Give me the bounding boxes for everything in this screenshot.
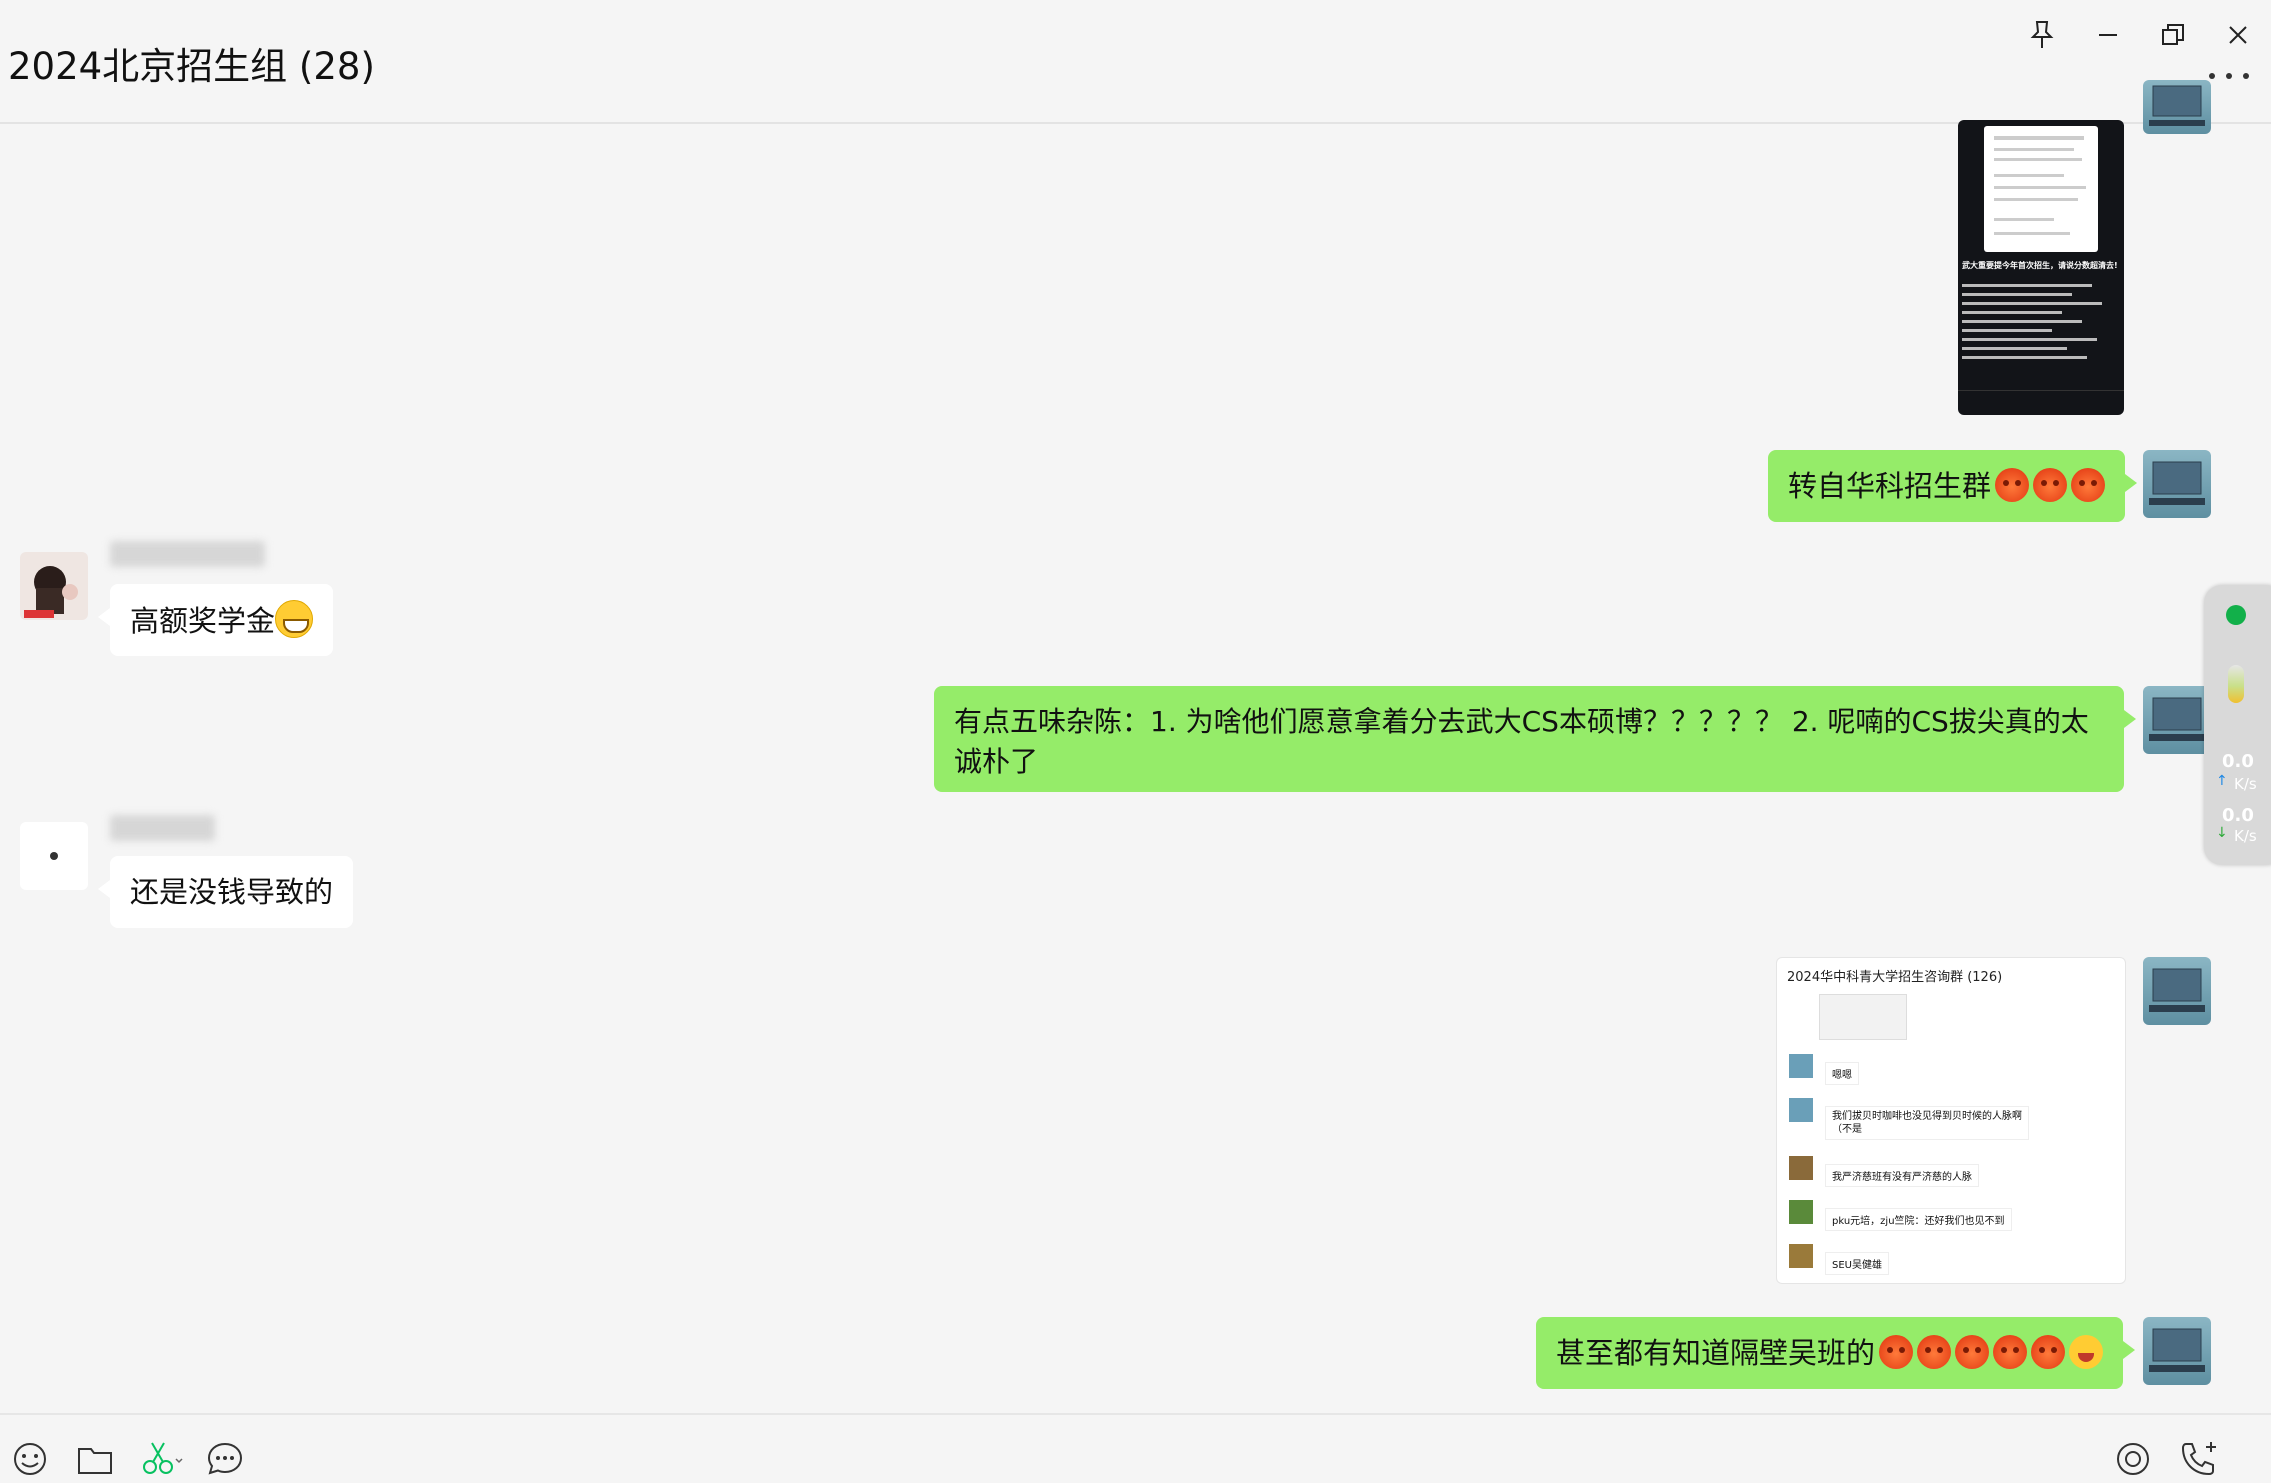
sender-name	[110, 541, 265, 567]
folder-icon[interactable]	[75, 1439, 115, 1479]
message-bubble[interactable]: 甚至都有知道隔壁吴班的	[1536, 1317, 2136, 1389]
image-caption: 武大重要提今年首次招生，请说分数超清去!	[1962, 261, 2118, 270]
message-bubble[interactable]: 转自华科招生群	[1768, 450, 2138, 522]
pin-icon[interactable]	[2017, 10, 2067, 60]
download-arrow-icon: ↓	[2216, 825, 2228, 841]
chat-header: 2024北京招生组 (28)	[0, 0, 2271, 124]
message-text: 甚至都有知道隔壁吴班的	[1556, 1336, 1876, 1370]
more-icon[interactable]	[2209, 64, 2249, 88]
avatar[interactable]	[2143, 450, 2211, 518]
sender-name	[110, 815, 215, 841]
message-text: 转自华科招生群	[1788, 469, 1992, 503]
image-chat-title: 2024华中科青大学招生咨询群 (126)	[1787, 970, 2003, 985]
upload-value: 0.0	[2222, 751, 2254, 772]
avatar[interactable]	[20, 552, 88, 620]
message-bubble[interactable]: 高额奖学金	[97, 584, 334, 656]
live-icon[interactable]	[2113, 1439, 2153, 1479]
angry-emoji-icon	[1993, 1335, 2028, 1369]
memory-gauge	[2228, 665, 2244, 703]
input-toolbar	[0, 1413, 2271, 1476]
chat-bubble-icon[interactable]	[205, 1439, 245, 1479]
avatar[interactable]	[2143, 1317, 2211, 1385]
image-card	[1984, 126, 2098, 252]
status-dot-icon	[2226, 605, 2246, 625]
angry-emoji-icon	[1879, 1335, 1914, 1369]
shared-image-chat[interactable]: 2024华中科青大学招生咨询群 (126) 嗯嗯 我们拔贝时咖啡也没见得到贝时候…	[1776, 957, 2126, 1284]
message-text: 有点五味杂陈：1. 为啥他们愿意拿着分去武大CS本硕博？？？？？ 2. 呢喃的C…	[954, 705, 2089, 778]
scissors-icon[interactable]	[140, 1439, 183, 1479]
avatar[interactable]	[2143, 686, 2211, 754]
phone-icon[interactable]	[2178, 1439, 2218, 1479]
message-text: 高额奖学金	[130, 604, 276, 638]
chat-window: 2024北京招生组 (28) 武大重要提今年首次招生，请说分数超清去! 转自华科…	[0, 0, 2271, 1476]
angry-emoji-icon	[2071, 468, 2106, 502]
angry-emoji-icon	[1955, 1335, 1990, 1369]
message-bubble[interactable]: 有点五味杂陈：1. 为啥他们愿意拿着分去武大CS本硕博？？？？？ 2. 呢喃的C…	[934, 686, 2136, 792]
image-thumb	[1819, 994, 1907, 1040]
close-icon[interactable]	[2213, 10, 2263, 60]
chat-title: 2024北京招生组 (28)	[8, 45, 375, 88]
emoji-icon[interactable]	[10, 1439, 50, 1479]
avatar[interactable]	[2143, 957, 2211, 1025]
laugh-cry-emoji-icon	[2069, 1335, 2104, 1369]
angry-emoji-icon	[2033, 468, 2068, 502]
grin-emoji-icon	[275, 600, 314, 638]
download-value: 0.0	[2222, 805, 2254, 826]
avatar[interactable]	[2143, 80, 2211, 134]
minimize-icon[interactable]	[2083, 10, 2133, 60]
upload-arrow-icon: ↑	[2216, 773, 2228, 789]
angry-emoji-icon	[1995, 468, 2030, 502]
angry-emoji-icon	[1917, 1335, 1952, 1369]
message-text: 还是没钱导致的	[130, 875, 334, 909]
message-bubble[interactable]: 还是没钱导致的	[97, 856, 354, 928]
image-footer	[1958, 390, 2124, 415]
network-speed-widget[interactable]: 0.0 ↑ K/s 0.0 ↓ K/s	[2204, 585, 2271, 865]
avatar[interactable]	[20, 822, 88, 890]
image-text-lines	[1962, 278, 2112, 365]
restore-icon[interactable]	[2148, 10, 2198, 60]
download-unit: K/s	[2234, 827, 2257, 845]
upload-unit: K/s	[2234, 775, 2257, 793]
angry-emoji-icon	[2031, 1335, 2066, 1369]
shared-image-weibo[interactable]: 武大重要提今年首次招生，请说分数超清去!	[1958, 120, 2124, 415]
